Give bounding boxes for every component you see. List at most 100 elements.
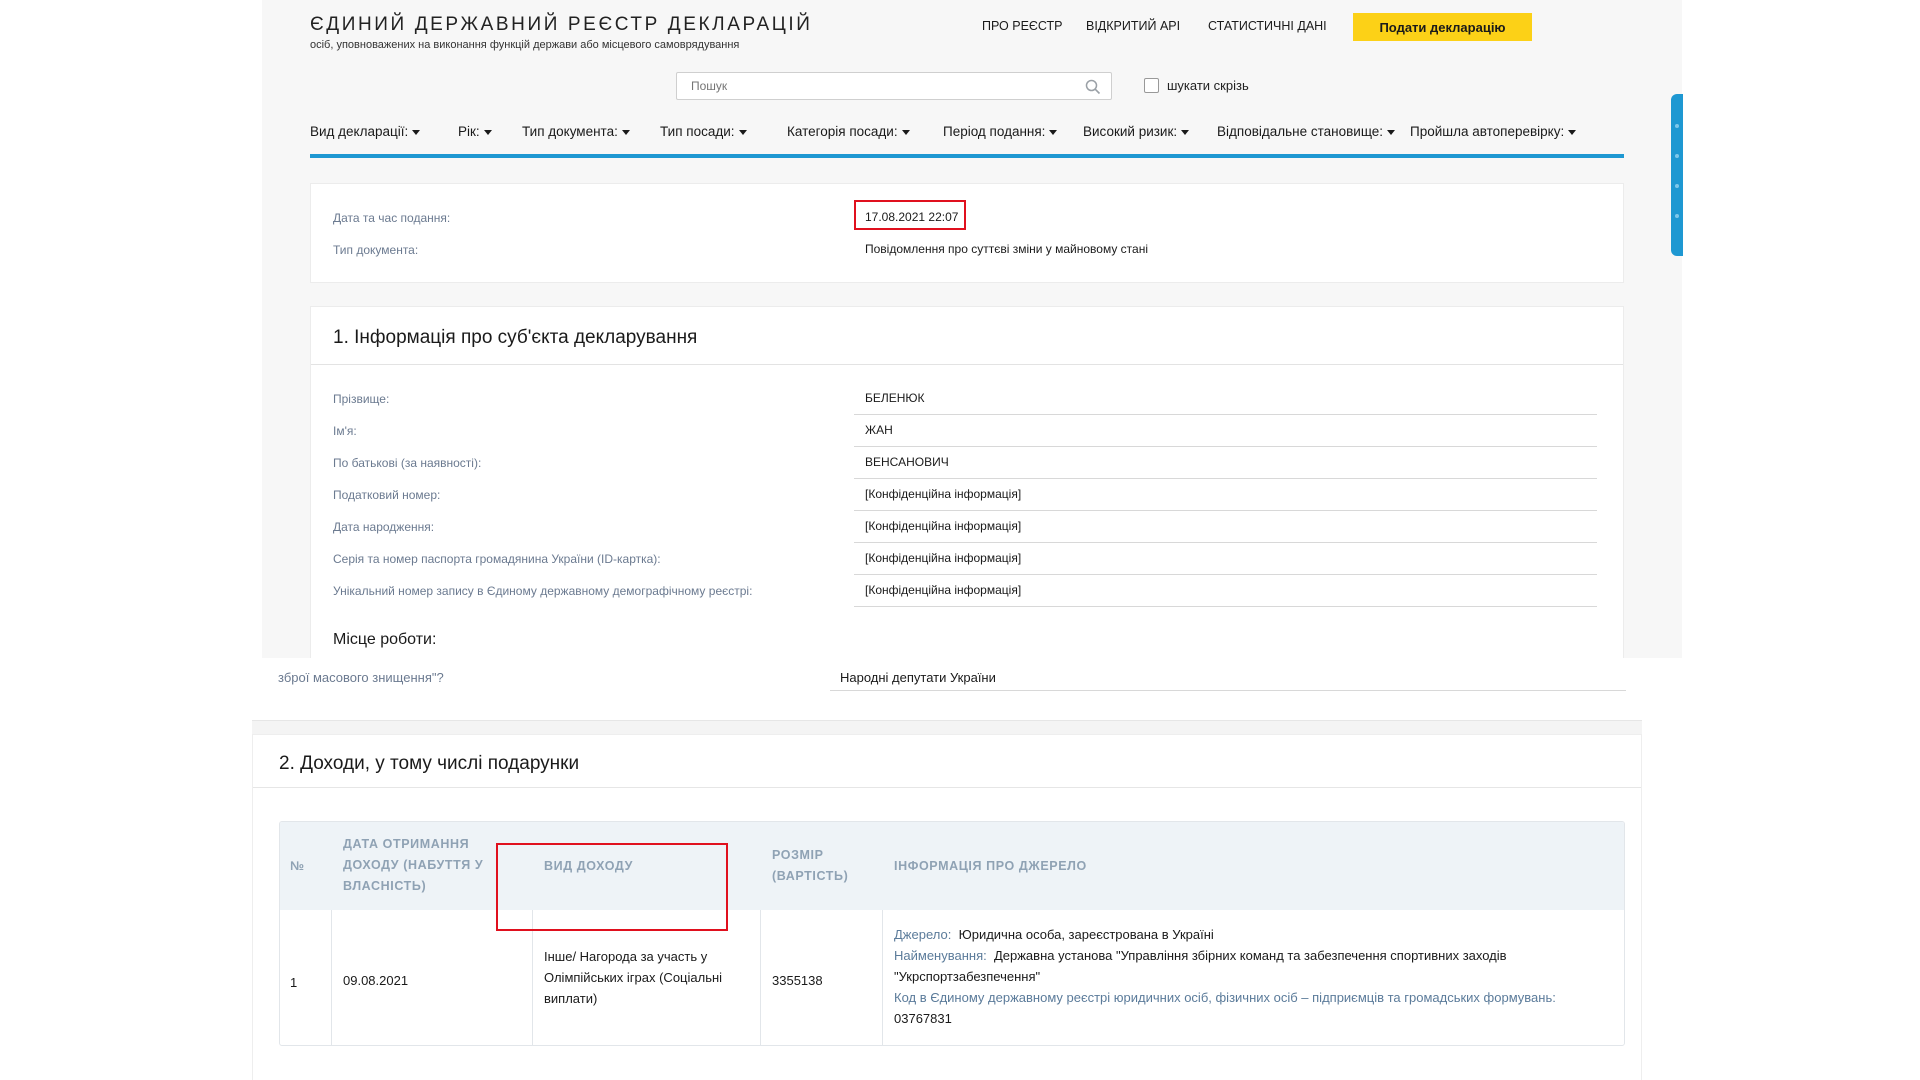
doc-type-label: Тип документа: [333,243,419,257]
field-row-patronymic: По батькові (за наявності): ВЕНСАНОВИЧ [311,447,1623,479]
cell-source-info: Джерело: Юридична особа, зареєстрована в… [894,924,1614,1029]
declaration-top-view: ЄДИНИЙ ДЕРЖАВНИЙ РЕЄСТР ДЕКЛАРАЦІЙ осіб,… [262,0,1682,662]
field-underline [854,606,1597,607]
cell-amount: 3355138 [772,973,823,988]
income-table-header: № ДАТА ОТРИМАННЯ ДОХОДУ (НАБУТТЯ У ВЛАСН… [280,822,1624,910]
field-row-demographic-id: Унікальний номер запису в Єдиному держав… [311,575,1623,607]
caret-down-icon [483,129,492,135]
income-section-card: 2. Доходи, у тому числі подарунки № ДАТА… [252,734,1642,1080]
side-tab-dot [1675,214,1679,218]
search-everywhere-toggle[interactable]: шукати скрізь [1144,78,1249,93]
source-line: Джерело: Юридична особа, зареєстрована в… [894,924,1614,945]
fragment-answer-text: Народні депутати України [840,670,996,685]
header-source: ІНФОРМАЦІЯ ПРО ДЖЕРЕЛО [894,859,1087,873]
logo-subtitle: осіб, уповноважених на виконання функцій… [310,39,740,51]
filter-submission-period[interactable]: Період подання: [943,124,1058,139]
caret-down-icon [738,129,747,135]
income-type-highlight-box [496,843,728,931]
field-value: [Конфіденційна інформація] [865,551,1022,565]
filter-position-type[interactable]: Тип посади: [660,124,747,139]
cell-income-type: Інше/ Нагорода за участь у Олімпійських … [544,949,723,1006]
field-label: Унікальний номер запису в Єдиному держав… [333,584,753,598]
income-table: № ДАТА ОТРИМАННЯ ДОХОДУ (НАБУТТЯ У ВЛАСН… [279,821,1625,1046]
field-value: [Конфіденційна інформація] [865,583,1022,597]
filter-bar: Вид декларації: Рік: Тип документа: Тип … [310,122,1624,158]
doc-type-value: Повідомлення про суттєві зміни у майново… [865,242,1149,256]
side-tab-dot [1675,184,1679,188]
section-title-subject: 1. Інформація про суб'єкта декларування [333,327,698,348]
column-separator [882,910,883,1045]
caret-down-icon [621,129,630,135]
submitted-label: Дата та час подання: [333,211,451,225]
filter-high-risk[interactable]: Високий ризик: [1083,124,1190,139]
header-date: ДАТА ОТРИМАННЯ ДОХОДУ (НАБУТТЯ У ВЛАСНІС… [343,837,484,893]
field-underline [830,690,1626,691]
section-divider [311,364,1623,365]
caret-down-icon [1181,129,1190,135]
subject-info-card: 1. Інформація про суб'єкта декларування … [310,306,1624,662]
section-title-income: 2. Доходи, у тому числі подарунки [279,753,580,774]
field-value: [Конфіденційна інформація] [865,487,1022,501]
field-row-birth-date: Дата народження: [Конфіденційна інформац… [311,511,1623,543]
caret-down-icon [412,129,421,135]
logo-title: ЄДИНИЙ ДЕРЖАВНИЙ РЕЄСТР ДЕКЛАРАЦІЙ [310,14,813,35]
field-label: Прізвище: [333,392,390,406]
side-tab-dot [1675,124,1679,128]
filter-document-type[interactable]: Тип документа: [522,124,630,139]
header-amount: РОЗМІР (ВАРТІСТЬ) [772,848,849,883]
filter-declaration-type[interactable]: Вид декларації: [310,124,421,139]
caret-down-icon [1568,129,1577,135]
field-value: ВЕНСАНОВИЧ [865,455,949,469]
site-logo[interactable]: ЄДИНИЙ ДЕРЖАВНИЙ РЕЄСТР ДЕКЛАРАЦІЙ осіб,… [310,14,813,51]
field-value: [Конфіденційна інформація] [865,519,1022,533]
page: ЄДИНИЙ ДЕРЖАВНИЙ РЕЄСТР ДЕКЛАРАЦІЙ осіб,… [0,0,1920,1080]
filter-auto-check[interactable]: Пройшла автоперевірку: [1410,124,1577,139]
field-value: ЖАН [865,423,893,437]
nav-link-about[interactable]: ПРО РЕЄСТР [982,19,1063,33]
field-row-first-name: Ім'я: ЖАН [311,415,1623,447]
submit-declaration-button[interactable]: Подати декларацію [1353,13,1532,41]
filter-position-category[interactable]: Категорія посади: [787,124,910,139]
nav-link-open-api[interactable]: ВІДКРИТИЙ API [1086,19,1180,33]
name-line: Найменування: Державна установа "Управлі… [894,945,1614,987]
search-input[interactable] [677,73,1077,99]
cell-number: 1 [290,975,298,990]
cell-date: 09.08.2021 [343,973,409,988]
caret-down-icon [1387,129,1396,135]
field-row-passport: Серія та номер паспорта громадянина Укра… [311,543,1623,575]
field-row-surname: Прізвище: БЕЛЕНЮК [311,383,1623,415]
search-everywhere-checkbox[interactable] [1144,78,1159,93]
source-label: Джерело: [894,927,952,942]
field-row-tax-number: Податковий номер: [Конфіденційна інформа… [311,479,1623,511]
header-number: № [290,859,305,873]
field-label: Податковий номер: [333,488,441,502]
fragment-question-text: зброї масового знищення"? [278,670,444,685]
top-navigation: ПРО РЕЄСТР ВІДКРИТИЙ API СТАТИСТИЧНІ ДАН… [982,13,1682,41]
field-label: Дата народження: [333,520,435,534]
column-separator [331,910,332,1045]
filter-year[interactable]: Рік: [458,124,492,139]
workplace-title: Місце роботи: [333,631,437,648]
field-value: БЕЛЕНЮК [865,391,925,405]
caret-down-icon [1049,129,1058,135]
field-label: По батькові (за наявності): [333,456,482,470]
section-divider [253,787,1641,788]
date-highlight-box [854,200,966,230]
field-label: Серія та номер паспорта громадянина Укра… [333,552,661,566]
nav-link-statistics[interactable]: СТАТИСТИЧНІ ДАНІ [1208,19,1327,33]
search-icon[interactable] [1085,79,1101,95]
declaration-meta-card: Дата та час подання: 17.08.2021 22:07 Ти… [310,183,1624,283]
column-separator [760,910,761,1045]
search-everywhere-label: шукати скрізь [1167,78,1249,93]
search-box [676,72,1112,100]
caret-down-icon [901,129,910,135]
card-gap [252,720,1642,734]
code-value: 03767831 [894,1011,952,1026]
name-label: Найменування: [894,948,987,963]
field-label: Ім'я: [333,424,357,438]
declaration-income-view: зброї масового знищення"? Народні депута… [252,662,1642,1080]
side-tab-dot [1675,154,1679,158]
filter-responsible-position[interactable]: Відповідальне становище: [1217,124,1396,139]
side-feedback-tab[interactable] [1671,94,1683,256]
source-value: Юридична особа, зареєстрована в Україні [958,927,1214,942]
